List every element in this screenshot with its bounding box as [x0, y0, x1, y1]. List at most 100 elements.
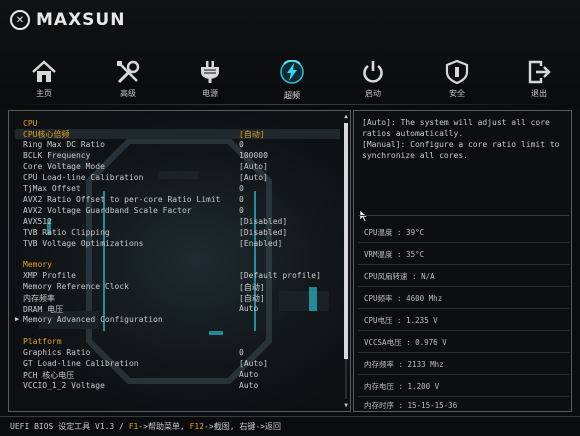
overclock-bolt-icon	[280, 60, 304, 84]
setting-value[interactable]: [自动]	[239, 293, 265, 304]
setting-label: CPU核心倍频	[23, 130, 70, 139]
status-text: 内存电压 : 1.200 V	[364, 382, 440, 391]
submenu-memory-advanced-config[interactable]: ▶ Memory Advanced Configuration	[15, 315, 340, 325]
setting-row-dram-voltage[interactable]: DRAM 电压 Auto	[15, 304, 340, 314]
footer-key-f12: F12	[189, 422, 205, 431]
setting-label: Core Voltage Mode	[23, 162, 105, 171]
scrollbar-thumb[interactable]	[344, 123, 348, 359]
setting-row-pch-core-voltage[interactable]: PCH 核心电压 Auto	[15, 370, 340, 380]
setting-label: 内存频率	[23, 294, 55, 303]
setting-row-gt-llc[interactable]: GT Load-line Calibration [Auto]	[15, 359, 340, 369]
setting-value[interactable]: [Disabled]	[239, 217, 287, 226]
setting-value[interactable]: 0	[239, 140, 244, 149]
footer-prefix: UEFI BIOS 设定工具 V1.3 /	[10, 422, 129, 431]
setting-row-memory-ref-clock[interactable]: Memory Reference Clock [自动]	[15, 282, 340, 292]
setting-row-avx512[interactable]: AVX512 [Disabled]	[15, 217, 340, 227]
setting-label: Memory Reference Clock	[23, 282, 129, 291]
section-title-memory: Memory	[23, 260, 52, 269]
status-text: CPU频率 : 4600 Mhz	[364, 294, 443, 303]
setting-label: TjMax Offset	[23, 184, 81, 193]
setting-value[interactable]: [Disabled]	[239, 228, 287, 237]
nav-tab-security[interactable]: 安全	[427, 58, 487, 106]
setting-row-memory-frequency[interactable]: 内存频率 [自动]	[15, 293, 340, 303]
setting-row-vccio-voltage[interactable]: VCCIO_1_2 Voltage Auto	[15, 381, 340, 391]
setting-row-core-voltage-mode[interactable]: Core Voltage Mode [Auto]	[15, 162, 340, 172]
setting-label: TVB Ratio Clipping	[23, 228, 110, 237]
status-cpu-frequency: CPU频率 : 4600 Mhz	[358, 287, 569, 309]
setting-value[interactable]: Auto	[239, 381, 258, 390]
setting-value[interactable]: [Auto]	[239, 359, 268, 368]
setting-value[interactable]: Auto	[239, 304, 258, 313]
setting-value[interactable]: 0	[239, 184, 244, 193]
setting-row-avx2-ratio-offset[interactable]: AVX2 Ratio Offset to per-core Ratio Limi…	[15, 195, 340, 205]
help-divider	[358, 215, 569, 216]
top-nav: 主页 高级 电源 超频 启动 安全 退出	[0, 58, 580, 106]
setting-row-avx2-voltage-guardband[interactable]: AVX2 Voltage Guardband Scale Factor 0	[15, 206, 340, 216]
setting-label: AVX2 Ratio Offset to per-core Ratio Limi…	[23, 195, 221, 204]
settings-panel: CPU CPU核心倍频 [自动] Ring Max DC Ratio 0 BCL…	[8, 110, 351, 412]
status-vrm-temp: VRM温度 : 35°C	[358, 243, 569, 265]
status-memory-timings: 内存时序 : 15-15-15-36	[358, 394, 569, 416]
nav-tab-boot[interactable]: 启动	[343, 58, 403, 106]
setting-row-cpu-llc[interactable]: CPU Load-line Calibration [Auto]	[15, 173, 340, 183]
nav-tab-power[interactable]: 电源	[180, 58, 240, 106]
setting-row-bclk-frequency[interactable]: BCLK Frequency 100000	[15, 151, 340, 161]
setting-label: CPU Load-line Calibration	[23, 173, 144, 182]
nav-tab-overclock[interactable]: 超频	[262, 58, 322, 106]
home-icon	[32, 60, 56, 82]
nav-tab-label: 电源	[202, 89, 218, 98]
nav-tab-home[interactable]: 主页	[14, 58, 74, 106]
setting-row-xmp-profile[interactable]: XMP Profile [Default profile]	[15, 271, 340, 281]
section-title-cpu: CPU	[23, 119, 38, 128]
nav-tab-label: 退出	[531, 89, 547, 98]
nav-divider	[12, 104, 568, 105]
setting-label: AVX2 Voltage Guardband Scale Factor	[23, 206, 192, 215]
footer-key-f1: F1	[128, 422, 139, 431]
nav-tab-label: 超频	[284, 91, 300, 100]
scrollbar[interactable]: ▲ ▼	[343, 113, 349, 409]
setting-label: TVB Voltage Optimizations	[23, 239, 144, 248]
setting-row-ring-max-dc-ratio[interactable]: Ring Max DC Ratio 0	[15, 140, 340, 150]
status-cpu-voltage: CPU电压 : 1.235 V	[358, 309, 569, 331]
setting-value[interactable]: [Enabled]	[239, 239, 282, 248]
setting-value[interactable]: 0	[239, 348, 244, 357]
setting-value[interactable]: 0	[239, 206, 244, 215]
setting-row-tjmax-offset[interactable]: TjMax Offset 0	[15, 184, 340, 194]
scroll-down-arrow-icon[interactable]: ▼	[343, 402, 349, 409]
maxsun-logo-icon: ✕	[10, 10, 30, 30]
section-title-platform: Platform	[23, 337, 62, 346]
setting-value[interactable]: [Auto]	[239, 173, 268, 182]
footer-f1-text: ->帮助菜单,	[138, 422, 190, 431]
setting-label: GT Load-line Calibration	[23, 359, 139, 368]
status-text: 内存时序 : 15-15-15-36	[364, 401, 458, 410]
status-cpu-fan: CPU风扇转速 : N/A	[358, 265, 569, 287]
tools-icon	[117, 60, 140, 84]
nav-tab-label: 启动	[365, 89, 381, 98]
power-plug-icon	[201, 61, 219, 83]
nav-tab-exit[interactable]: 退出	[509, 58, 569, 106]
scroll-up-arrow-icon[interactable]: ▲	[343, 113, 349, 120]
setting-label: BCLK Frequency	[23, 151, 91, 160]
setting-label: PCH 核心电压	[23, 371, 75, 380]
setting-value[interactable]: 100000	[239, 151, 268, 160]
setting-value[interactable]: [Default profile]	[239, 271, 321, 280]
status-text: VRM温度 : 35°C	[364, 250, 425, 259]
setting-value[interactable]: 0	[239, 195, 244, 204]
setting-value[interactable]: Auto	[239, 370, 258, 379]
security-shield-icon	[445, 60, 469, 84]
exit-icon	[528, 60, 551, 84]
footer-hint: UEFI BIOS 设定工具 V1.3 / F1->帮助菜单, F12->截图,…	[10, 421, 281, 432]
status-memory-frequency: 内存频率 : 2133 Mhz	[358, 353, 569, 375]
nav-tab-label: 安全	[449, 89, 465, 98]
nav-tab-advanced[interactable]: 高级	[98, 58, 158, 106]
setting-row-cpu-core-ratio[interactable]: CPU核心倍频 [自动]	[15, 129, 340, 139]
setting-label: AVX512	[23, 217, 52, 226]
setting-row-graphics-ratio[interactable]: Graphics Ratio 0	[15, 348, 340, 358]
setting-value[interactable]: [自动]	[239, 129, 265, 140]
setting-row-tvb-ratio-clipping[interactable]: TVB Ratio Clipping [Disabled]	[15, 228, 340, 238]
brand-name: MAXSUN	[36, 10, 126, 30]
nav-tab-label: 高级	[120, 89, 136, 98]
setting-row-tvb-voltage-opt[interactable]: TVB Voltage Optimizations [Enabled]	[15, 239, 340, 249]
setting-value[interactable]: [自动]	[239, 282, 265, 293]
setting-value[interactable]: [Auto]	[239, 162, 268, 171]
